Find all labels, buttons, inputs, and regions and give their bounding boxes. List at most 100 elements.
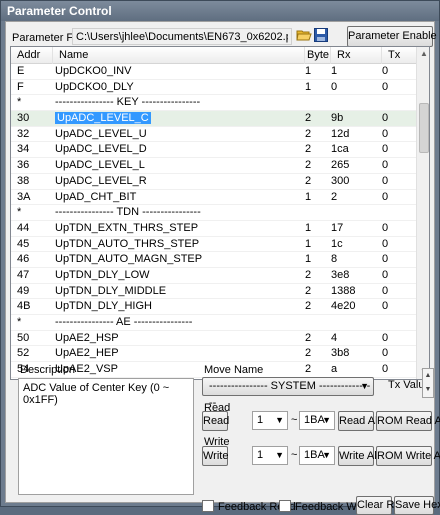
cell-rx: 1c — [331, 237, 343, 250]
rom-read-all-button[interactable]: ROM Read All — [376, 411, 440, 431]
cell-byte: 2 — [305, 268, 312, 281]
parameter-file-path-field[interactable] — [72, 28, 292, 45]
cell-addr: E — [17, 65, 25, 77]
table-row[interactable]: 36 UpADC_LEVEL_L 2 265 0 — [11, 158, 416, 174]
column-header-tx[interactable]: Tx — [382, 47, 416, 64]
cell-tx: 0 — [382, 80, 389, 93]
cell-addr: * — [17, 316, 22, 328]
cell-byte: 2 — [305, 143, 312, 156]
cell-tx: 0 — [382, 65, 389, 77]
checkbox-box[interactable] — [279, 500, 291, 512]
chevron-down-icon: ▼ — [322, 415, 331, 425]
read-to-select[interactable]: 1BA ▼ — [299, 411, 335, 430]
cell-byte: 2 — [305, 284, 312, 297]
scroll-thumb[interactable] — [419, 103, 429, 153]
cell-byte: 2 — [305, 127, 312, 140]
tx-value-spinner[interactable]: ▲ ▼ — [422, 368, 434, 398]
cell-byte: 1 — [305, 80, 312, 93]
cell-addr: 38 — [17, 174, 30, 187]
table-row[interactable]: 34 UpADC_LEVEL_D 2 1ca 0 — [11, 142, 416, 159]
cell-rx — [331, 315, 381, 330]
cell-rx — [331, 95, 381, 110]
write-from-value: 1 — [257, 449, 264, 461]
read-from-select[interactable]: 1 ▼ — [252, 411, 288, 430]
cell-byte: 1 — [305, 221, 312, 234]
cell-rx: 1388 — [331, 284, 356, 297]
cell-rx: 4 — [331, 331, 338, 344]
save-hex-button[interactable]: Save Hex — [394, 496, 440, 515]
parameter-enable-button[interactable]: Parameter Enable On — [347, 26, 440, 47]
table-section-row[interactable]: * ---------------- TDN ---------------- — [11, 205, 416, 221]
cell-tx: 0 — [382, 300, 389, 313]
read-range-tilde: ~ — [291, 414, 298, 426]
spin-up-icon[interactable]: ▲ — [423, 369, 433, 383]
cell-tx: 0 — [382, 253, 389, 266]
cell-tx: 0 — [382, 143, 389, 156]
column-header-byte[interactable]: Byte — [305, 47, 331, 64]
table-row[interactable]: 49 UpTDN_DLY_MIDDLE 2 1388 0 — [11, 284, 416, 300]
cell-tx: 0 — [382, 127, 389, 140]
column-header-name[interactable]: Name — [53, 47, 305, 64]
spin-down-icon[interactable]: ▼ — [423, 383, 433, 397]
cell-tx: 0 — [382, 268, 389, 281]
cell-addr: * — [17, 96, 22, 109]
cell-rx: 1ca — [331, 143, 349, 156]
table-row[interactable]: 45 UpTDN_AUTO_THRS_STEP 1 1c 0 — [11, 237, 416, 253]
write-range-tilde: ~ — [291, 449, 298, 461]
move-name-select[interactable]: ---------------- SYSTEM ----------------… — [202, 377, 374, 409]
cell-name: UpDCKO0_DLY — [55, 80, 134, 93]
table-row[interactable]: 47 UpTDN_DLY_LOW 2 3e8 0 — [11, 268, 416, 284]
cell-byte: 2 — [305, 300, 312, 313]
scroll-up-icon[interactable]: ▲ — [417, 47, 429, 61]
write-from-select[interactable]: 1 ▼ — [252, 446, 288, 465]
write-all-button[interactable]: Write All — [338, 446, 379, 466]
table-scrollbar[interactable]: ▲ ▼ — [416, 47, 429, 379]
cell-name: UpAE2_VSP — [55, 363, 118, 376]
column-header-addr[interactable]: Addr — [11, 47, 53, 64]
table-row[interactable]: 32 UpADC_LEVEL_U 2 12d 0 — [11, 127, 416, 143]
table-row[interactable]: 30 UpADC_LEVEL_C 2 9b 0 — [11, 111, 416, 127]
cell-byte: 1 — [305, 253, 312, 266]
cell-name: UpAD_CHT_BIT — [55, 190, 137, 203]
window-title: Parameter Control — [1, 1, 439, 21]
clear-rx-button[interactable]: Clear Rx — [356, 496, 400, 515]
cell-tx — [382, 95, 416, 110]
cell-rx: 8 — [331, 253, 338, 266]
cell-rx: 12d — [331, 127, 350, 140]
write-button[interactable]: Write — [202, 446, 228, 466]
cell-addr: 32 — [17, 127, 30, 140]
table-section-row[interactable]: * ---------------- AE ---------------- — [11, 315, 416, 331]
cell-tx: 0 — [382, 331, 389, 344]
cell-tx: 0 — [382, 174, 389, 187]
table-row[interactable]: 44 UpTDN_EXTN_THRS_STEP 1 17 0 — [11, 221, 416, 237]
table-section-row[interactable]: * ---------------- KEY ---------------- — [11, 95, 416, 112]
chevron-down-icon: ▼ — [360, 381, 369, 391]
cell-rx: 0 — [331, 80, 338, 93]
cell-rx: 17 — [331, 221, 344, 234]
table-row[interactable]: F UpDCKO0_DLY 1 0 0 — [11, 80, 416, 96]
rom-write-all-button[interactable]: ROM Write All — [376, 446, 440, 466]
save-icon[interactable] — [313, 27, 329, 43]
table-row[interactable]: 4B UpTDN_DLY_HIGH 2 4e20 0 — [11, 299, 416, 315]
cell-name: UpADC_LEVEL_D — [55, 143, 147, 156]
move-name-label: Move Name — [204, 364, 264, 376]
table-row[interactable]: E UpDCKO0_INV 1 1 0 — [11, 64, 416, 80]
read-button[interactable]: Read — [202, 411, 229, 431]
cell-byte — [305, 95, 331, 110]
open-folder-icon[interactable] — [296, 27, 312, 43]
cell-tx: 0 — [382, 159, 389, 172]
table-row[interactable]: 46 UpTDN_AUTO_MAGN_STEP 1 8 0 — [11, 252, 416, 268]
read-all-button[interactable]: Read All — [338, 411, 380, 431]
write-to-select[interactable]: 1BA ▼ — [299, 446, 335, 465]
checkbox-box[interactable] — [202, 500, 214, 512]
table-row[interactable]: 52 UpAE2_HEP 2 3b8 0 — [11, 346, 416, 363]
column-header-rx[interactable]: Rx — [331, 47, 382, 64]
cell-name: UpTDN_AUTO_MAGN_STEP — [55, 253, 203, 266]
table-row[interactable]: 3A UpAD_CHT_BIT 1 2 0 — [11, 190, 416, 206]
table-row[interactable]: 50 UpAE2_HSP 2 4 0 — [11, 331, 416, 347]
window-client: Parameter File Parameter Enable On Addr … — [5, 21, 440, 515]
chevron-down-icon: ▼ — [322, 450, 331, 460]
cell-rx — [331, 205, 381, 220]
chevron-down-icon: ▼ — [275, 450, 284, 460]
table-row[interactable]: 38 UpADC_LEVEL_R 2 300 0 — [11, 174, 416, 190]
